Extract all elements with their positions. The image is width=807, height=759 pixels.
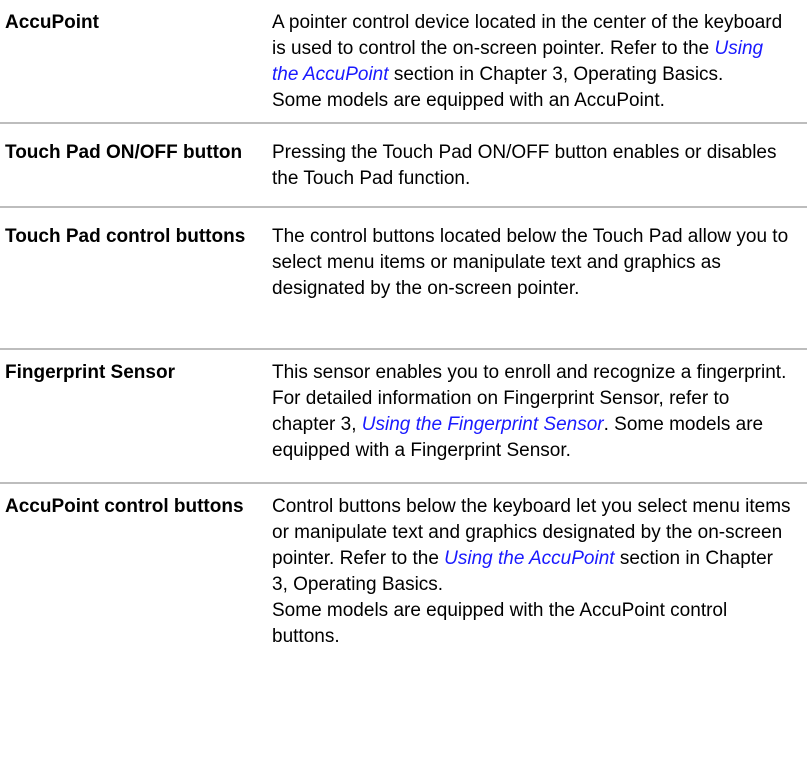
definition-table: AccuPoint A pointer control device locat… — [0, 0, 807, 650]
cross-reference-link[interactable]: Using the Fingerprint Sensor — [362, 414, 604, 435]
term-fingerprint-sensor: Fingerprint Sensor — [5, 362, 175, 383]
table-row: Touch Pad ON/OFF button Pressing the Tou… — [0, 124, 807, 208]
table-row: AccuPoint control buttons Control button… — [0, 484, 807, 650]
term-touch-pad-control-buttons: Touch Pad control buttons — [5, 226, 246, 247]
table-row: Touch Pad control buttons The control bu… — [0, 208, 807, 350]
description-fingerprint-sensor: This sensor enables you to enroll and re… — [272, 360, 792, 464]
term-accupoint: AccuPoint — [5, 12, 99, 33]
cross-reference-link[interactable]: Using the AccuPoint — [444, 548, 614, 569]
description-accupoint: A pointer control device located in the … — [272, 10, 792, 114]
term-accupoint-control-buttons: AccuPoint control buttons — [5, 496, 244, 517]
description-text: The control buttons located below the To… — [272, 226, 789, 299]
term-touch-pad-on-off-button: Touch Pad ON/OFF button — [5, 142, 243, 163]
description-text: A pointer control device located in the … — [272, 12, 783, 59]
description-text: section in Chapter 3, Operating Basics. — [388, 64, 724, 85]
table-row: Fingerprint Sensor This sensor enables y… — [0, 350, 807, 484]
description-text: Some models are equipped with the AccuPo… — [272, 600, 728, 647]
description-text: Some models are equipped with an AccuPoi… — [272, 90, 665, 111]
description-touch-pad-control-buttons: The control buttons located below the To… — [272, 224, 792, 302]
description-accupoint-control-buttons: Control buttons below the keyboard let y… — [272, 494, 792, 650]
description-touch-pad-on-off-button: Pressing the Touch Pad ON/OFF button ena… — [272, 140, 792, 192]
table-row: AccuPoint A pointer control device locat… — [0, 0, 807, 124]
description-text: Pressing the Touch Pad ON/OFF button ena… — [272, 142, 777, 189]
